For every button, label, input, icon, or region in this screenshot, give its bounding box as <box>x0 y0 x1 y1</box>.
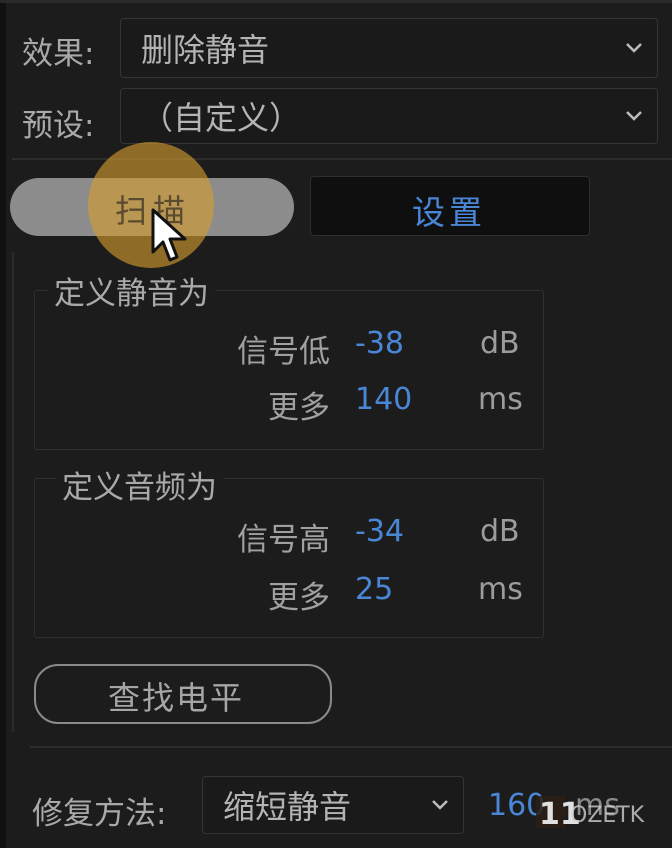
silence-more-value[interactable]: 140 <box>355 382 412 417</box>
divider <box>30 746 672 748</box>
svg-text:OZETK: OZETK <box>570 803 645 828</box>
audio-signal-label: 信号高 <box>237 522 330 558</box>
effect-label: 效果: <box>22 36 95 72</box>
silence-signal-value[interactable]: -38 <box>355 326 404 361</box>
mouse-cursor-icon <box>151 208 187 262</box>
watermark-logo: 11 OZETK <box>536 792 658 832</box>
silence-group-title: 定义静音为 <box>48 268 215 313</box>
effect-select-value: 删除静音 <box>141 31 270 69</box>
preset-select-value: （自定义） <box>141 99 302 137</box>
audio-more-value[interactable]: 25 <box>355 572 393 607</box>
repair-method-value: 缩短静音 <box>223 788 352 826</box>
audio-signal-unit: dB <box>480 514 520 549</box>
repair-method-label: 修复方法: <box>32 796 167 832</box>
audio-more-label: 更多 <box>268 580 330 616</box>
chevron-down-icon <box>626 111 642 121</box>
chevron-down-icon <box>432 800 448 810</box>
effect-select[interactable]: 删除静音 <box>120 18 658 78</box>
watermark-icon: 11 OZETK <box>536 796 645 832</box>
chevron-down-icon <box>626 43 642 53</box>
silence-more-label: 更多 <box>268 390 330 426</box>
panel-top-border <box>0 0 672 3</box>
tab-settings-label: 设置 <box>412 193 486 232</box>
silence-more-unit: ms <box>478 382 523 417</box>
audio-signal-value[interactable]: -34 <box>355 514 404 549</box>
repair-method-select[interactable]: 缩短静音 <box>202 776 464 834</box>
preset-select[interactable]: （自定义） <box>120 88 658 144</box>
find-level-button-label: 查找电平 <box>108 679 245 717</box>
content-left-border <box>12 252 14 732</box>
audio-group-title: 定义音频为 <box>56 462 223 507</box>
audio-more-unit: ms <box>478 572 523 607</box>
silence-signal-label: 信号低 <box>237 334 330 370</box>
preset-label: 预设: <box>22 108 95 144</box>
panel-left-edge <box>0 0 6 848</box>
silence-signal-unit: dB <box>480 326 520 361</box>
